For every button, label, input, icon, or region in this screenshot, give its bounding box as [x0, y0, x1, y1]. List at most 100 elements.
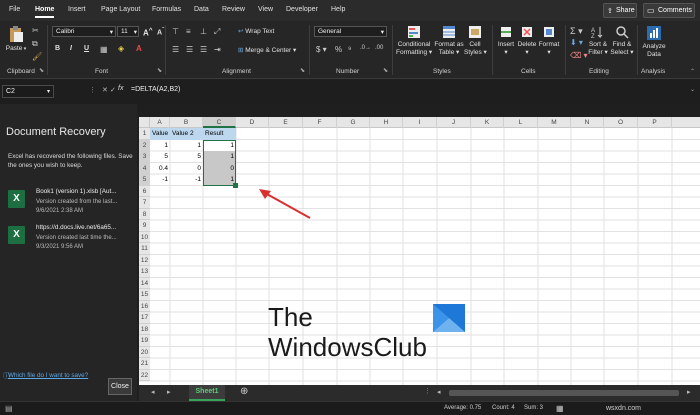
- find-select-button[interactable]: Find & Select ▾: [610, 25, 634, 57]
- row-header[interactable]: 17: [139, 312, 150, 324]
- row-header[interactable]: 16: [139, 300, 150, 312]
- cut-icon[interactable]: ✂: [32, 26, 39, 35]
- italic-button[interactable]: I: [70, 45, 72, 52]
- share-button[interactable]: ⇪ Share: [603, 3, 637, 18]
- decrease-decimal-icon[interactable]: .00: [375, 45, 383, 51]
- row-header[interactable]: 20: [139, 346, 150, 358]
- column-header[interactable]: I: [403, 117, 437, 128]
- column-header[interactable]: G: [337, 117, 370, 128]
- conditional-formatting-button[interactable]: Conditional Formatting ▾: [396, 25, 432, 57]
- dialog-launcher-icon[interactable]: ⬊: [383, 67, 388, 74]
- percent-icon[interactable]: %: [335, 45, 342, 54]
- data-cell[interactable]: 0: [170, 163, 203, 175]
- name-box[interactable]: C2 ▾: [2, 85, 54, 98]
- format-as-table-button[interactable]: Format as Table ▾: [434, 25, 464, 57]
- currency-icon[interactable]: $ ▾: [316, 45, 327, 54]
- column-header[interactable]: M: [538, 117, 571, 128]
- tab-file[interactable]: File: [9, 6, 20, 13]
- tab-home[interactable]: Home: [35, 6, 55, 18]
- delete-cells-button[interactable]: Delete ▾: [516, 25, 538, 57]
- dialog-launcher-icon[interactable]: ⬊: [157, 67, 162, 74]
- horizontal-scrollbar[interactable]: [449, 390, 679, 396]
- align-middle-icon[interactable]: ≡: [186, 27, 191, 36]
- tab-help[interactable]: Help: [331, 6, 345, 13]
- recovered-file-2[interactable]: X https://d.docs.live.net/6a65... Versio…: [8, 224, 136, 258]
- tab-split-icon[interactable]: ⋮: [424, 387, 431, 395]
- column-header[interactable]: C: [203, 117, 236, 128]
- insert-function-icon[interactable]: fx: [118, 85, 123, 92]
- data-cell[interactable]: 1: [150, 140, 170, 152]
- column-header[interactable]: H: [370, 117, 403, 128]
- column-header[interactable]: J: [437, 117, 471, 128]
- bold-button[interactable]: B: [55, 45, 60, 52]
- tab-data[interactable]: Data: [194, 6, 209, 13]
- wrap-text-button[interactable]: ↩ Wrap Text: [238, 28, 274, 36]
- hscroll-right-icon[interactable]: ▸: [687, 388, 691, 396]
- expand-formula-icon[interactable]: ⌄: [690, 86, 695, 93]
- column-header[interactable]: D: [236, 117, 269, 128]
- column-header[interactable]: O: [604, 117, 638, 128]
- fill-color-icon[interactable]: ◈: [118, 44, 124, 53]
- align-bottom-icon[interactable]: ⊥: [200, 27, 207, 36]
- close-button[interactable]: Close: [108, 378, 132, 395]
- shrink-font-icon[interactable]: Aˇ: [157, 27, 164, 36]
- sheet-tab-sheet1[interactable]: Sheet1: [189, 385, 225, 401]
- font-color-icon[interactable]: A: [136, 44, 142, 53]
- increase-decimal-icon[interactable]: .0→: [360, 45, 371, 51]
- comma-icon[interactable]: ⁹: [348, 45, 351, 54]
- data-cell[interactable]: 5: [170, 151, 203, 163]
- data-cell[interactable]: 5: [150, 151, 170, 163]
- copy-icon[interactable]: ⧉: [32, 39, 38, 49]
- header-cell[interactable]: Result: [203, 128, 236, 140]
- format-painter-icon[interactable]: 🖌: [32, 52, 42, 61]
- borders-icon[interactable]: ▦: [100, 45, 108, 54]
- header-cell[interactable]: Value 2: [170, 128, 203, 140]
- row-header[interactable]: 4: [139, 162, 150, 174]
- grow-font-icon[interactable]: A^: [143, 27, 153, 38]
- row-header[interactable]: 6: [139, 185, 150, 197]
- column-header[interactable]: P: [638, 117, 672, 128]
- formula-input[interactable]: =DELTA(A2,B2): [131, 86, 180, 93]
- font-size-dropdown[interactable]: 11 ▾: [117, 26, 139, 37]
- align-center-icon[interactable]: ☰: [186, 45, 193, 54]
- row-header[interactable]: 7: [139, 197, 150, 209]
- insert-cells-button[interactable]: Insert ▾: [496, 25, 516, 57]
- row-header[interactable]: 1: [139, 128, 150, 140]
- tab-view[interactable]: View: [258, 6, 273, 13]
- number-format-dropdown[interactable]: General ▾: [314, 26, 387, 37]
- sort-filter-button[interactable]: AZ Sort & Filter ▾: [587, 25, 609, 57]
- row-header[interactable]: 2: [139, 139, 150, 151]
- data-cell[interactable]: -1: [170, 174, 203, 186]
- row-header[interactable]: 8: [139, 208, 150, 220]
- row-header[interactable]: 14: [139, 277, 150, 289]
- row-header[interactable]: 22: [139, 369, 150, 381]
- underline-button[interactable]: U: [84, 45, 89, 52]
- row-header[interactable]: 12: [139, 254, 150, 266]
- clear-icon[interactable]: ⌫ ▾: [570, 51, 588, 60]
- column-header[interactable]: B: [170, 117, 203, 128]
- macro-record-icon[interactable]: ▤: [5, 404, 13, 413]
- row-header[interactable]: 15: [139, 289, 150, 301]
- row-header[interactable]: 13: [139, 266, 150, 278]
- column-header[interactable]: L: [504, 117, 538, 128]
- format-cells-button[interactable]: Format ▾: [538, 25, 560, 57]
- align-top-icon[interactable]: ⊤: [172, 27, 179, 36]
- row-header[interactable]: 3: [139, 151, 150, 163]
- merge-center-button[interactable]: ⊞ Merge & Center ▾: [238, 47, 296, 55]
- analyze-data-button[interactable]: Analyze Data: [641, 25, 667, 59]
- row-header[interactable]: 19: [139, 335, 150, 347]
- scroll-left-icon[interactable]: ◂: [151, 388, 155, 396]
- dialog-launcher-icon[interactable]: ⬊: [300, 67, 305, 74]
- data-cell[interactable]: 1: [170, 140, 203, 152]
- tab-formulas[interactable]: Formulas: [152, 6, 181, 13]
- row-header[interactable]: 5: [139, 174, 150, 186]
- tab-page-layout[interactable]: Page Layout: [101, 6, 140, 13]
- column-header[interactable]: E: [269, 117, 303, 128]
- orientation-icon[interactable]: ⤢: [214, 27, 220, 37]
- column-header[interactable]: A: [150, 117, 170, 128]
- column-header[interactable]: F: [303, 117, 337, 128]
- indent-icon[interactable]: ⇥: [214, 45, 221, 54]
- tab-insert[interactable]: Insert: [68, 6, 86, 13]
- select-all-corner[interactable]: [139, 117, 150, 128]
- paste-button[interactable]: Paste ▾: [5, 25, 27, 53]
